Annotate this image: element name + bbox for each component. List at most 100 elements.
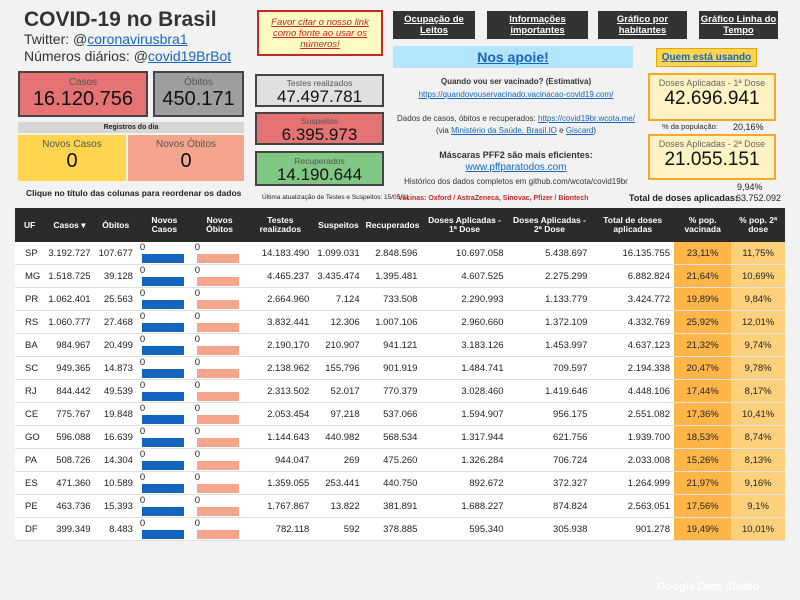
column-header[interactable]: Novos Óbitos xyxy=(191,208,248,242)
table-cell-value: 0 xyxy=(194,357,201,368)
table-row: DF 399.349 8.483 0 0 782.118 592 378.885 595.340… xyxy=(15,517,785,541)
twitter-link[interactable]: coronavirusbra1 xyxy=(87,31,187,47)
novos-obitos-bar xyxy=(196,322,239,332)
novos-obitos-value: 0 xyxy=(180,150,192,172)
table-cell: 733.508 xyxy=(363,287,422,311)
table-cell: 20,47% xyxy=(674,356,732,380)
table-cell: 1.453.997 xyxy=(507,333,592,357)
table-cell: 305.938 xyxy=(507,517,592,541)
daily-bot-link[interactable]: covid19BrBot xyxy=(148,48,231,64)
table-cell: 1.007.106 xyxy=(363,310,422,334)
column-header[interactable]: Casos ▾ xyxy=(44,208,95,242)
column-header[interactable]: Doses Aplicadas - 2ª Dose xyxy=(507,208,592,242)
table-cell: 5.438.697 xyxy=(507,242,592,265)
table-cell: 3.424.772 xyxy=(591,287,674,311)
total-doses-value: 63.752.092 xyxy=(736,193,782,203)
novos-casos-label: Novos Casos xyxy=(42,139,102,150)
table-cell: 97.218 xyxy=(313,402,364,426)
table-row: GO 596.088 16.639 0 0 1.144.643 440.982 568.534… xyxy=(15,425,785,449)
via-link-ms[interactable]: Ministério da Saúde, Brasil.IO xyxy=(451,126,557,135)
table-cell: 0 xyxy=(191,310,248,334)
table-cell: 20.499 xyxy=(94,333,137,357)
doses1-label: Doses Aplicadas - 1ª Dose xyxy=(658,78,766,88)
table-cell-value: 0 xyxy=(194,380,201,391)
nav-ocupacao-button[interactable]: Ocupação de Leitos xyxy=(393,11,475,39)
cite-notice[interactable]: Favor citar o nosso link como fonte ao u… xyxy=(257,10,383,56)
column-header[interactable]: Óbitos xyxy=(94,208,137,242)
table-cell: 0 xyxy=(191,425,248,449)
table-cell-value: 0 xyxy=(194,403,201,414)
table-row: ES 471.360 10.589 0 0 1.359.055 253.441 440.750… xyxy=(15,471,785,495)
table-cell: 621.756 xyxy=(507,425,592,449)
table-cell: 874.824 xyxy=(507,494,592,518)
nav-informacoes-button[interactable]: Informações importantes xyxy=(487,11,588,39)
column-header[interactable]: Novos Casos xyxy=(136,208,192,242)
table-row: RS 1.060.777 27.468 0 0 3.832.441 12.306 1.007.… xyxy=(15,310,785,334)
table-cell: 1.317.944 xyxy=(421,425,508,449)
table-cell: 1.594.907 xyxy=(421,402,508,426)
column-header[interactable]: Suspeitos xyxy=(313,208,364,242)
table-cell: 944.047 xyxy=(247,448,314,472)
table-cell: 6.882.824 xyxy=(591,264,674,288)
casos-value: 16.120.756 xyxy=(32,88,134,110)
column-header[interactable]: Total de doses aplicadas xyxy=(591,208,674,242)
table-cell: 0 xyxy=(191,448,248,472)
table-cell: 4.607.525 xyxy=(421,264,508,288)
column-header[interactable]: Testes realizados xyxy=(247,208,314,242)
table-cell: 10.697.058 xyxy=(421,242,508,265)
novos-obitos-bar xyxy=(196,506,239,516)
masks-link[interactable]: www.pffparatodos.com xyxy=(466,162,567,173)
table-cell: RS xyxy=(15,310,45,334)
table-cell: 16.639 xyxy=(94,425,137,449)
table-cell: 1.326.284 xyxy=(421,448,508,472)
table-cell: 3.183.126 xyxy=(421,333,508,357)
novos-obitos-bar xyxy=(196,483,239,493)
nav-grafico-linha-button[interactable]: Gráfico Linha do Tempo xyxy=(699,11,778,39)
masks-link-wrap: www.pffparatodos.com xyxy=(396,162,636,173)
table-body: SP 3.192.727 107.677 0 0 14.183.490 1.099.031 2… xyxy=(15,242,785,541)
suspeitos-card: Suspeitos 6.395.973 xyxy=(255,112,384,145)
table-cell: 3.435.474 xyxy=(313,264,364,288)
table-cell: GO xyxy=(15,425,45,449)
nav-grafico-habitantes-button[interactable]: Gráfico por habitantes xyxy=(598,11,687,39)
vaccines-text: Vacinas: Oxford / AstraZeneca, Sinovac, … xyxy=(398,195,589,202)
apoie-button[interactable]: Nos apoie! xyxy=(393,46,633,68)
column-header[interactable]: Doses Aplicadas - 1ª Dose xyxy=(421,208,508,242)
table-cell: 2.053.454 xyxy=(247,402,314,426)
table-cell: 21,32% xyxy=(674,333,732,357)
table-row: CE 775.767 19.848 0 0 2.053.454 97.218 537.066 1… xyxy=(15,402,785,426)
column-header[interactable]: UF xyxy=(15,208,45,242)
table-cell: 27.468 xyxy=(94,310,137,334)
novos-obitos-bar xyxy=(196,299,239,309)
sort-hint: Clique no título das colunas para reorde… xyxy=(26,188,242,198)
obitos-value: 450.171 xyxy=(162,88,235,110)
column-header[interactable]: % pop. 2ª dose xyxy=(731,208,785,242)
column-header[interactable]: % pop. vacinada xyxy=(674,208,732,242)
table-cell-value: 0 xyxy=(139,472,146,483)
table-cell-value: 0 xyxy=(139,518,146,529)
data-source-link[interactable]: https://covid19br.wcota.me/ xyxy=(538,114,635,123)
table-cell: 155.796 xyxy=(313,356,364,380)
table-cell: 2.290.993 xyxy=(421,287,508,311)
table-cell: 1.419.646 xyxy=(507,379,592,403)
table-cell: DF xyxy=(15,517,45,541)
quem-esta-usando-button[interactable]: Quem está usando xyxy=(656,48,757,67)
doses2-label: Doses Aplicadas - 2ª Dose xyxy=(658,139,766,149)
table-row: SP 3.192.727 107.677 0 0 14.183.490 1.099.031 2… xyxy=(15,242,785,265)
via-link-giscard[interactable]: Giscard xyxy=(566,126,594,135)
table-cell: PR xyxy=(15,287,45,311)
column-header[interactable]: Recuperados xyxy=(363,208,422,242)
table-cell: 2.563.051 xyxy=(591,494,674,518)
testes-value: 47.497.781 xyxy=(276,87,363,106)
table-cell: 1.939.700 xyxy=(591,425,674,449)
table-cell-value: 0 xyxy=(194,242,201,253)
doses2-card: Doses Aplicadas - 2ª Dose 21.055.151 xyxy=(648,134,776,180)
table-cell: 956.175 xyxy=(507,402,592,426)
pct-pop-label: % da população: xyxy=(662,122,718,131)
novos-casos-bar xyxy=(141,368,184,378)
vaccine-link[interactable]: https://quandovouservacinado.vacinacao-c… xyxy=(419,90,614,99)
novos-obitos-bar xyxy=(196,460,239,470)
table-cell: 8.483 xyxy=(94,517,137,541)
novos-casos-card: Novos Casos 0 xyxy=(18,135,126,181)
table-cell: 0 xyxy=(136,242,192,265)
